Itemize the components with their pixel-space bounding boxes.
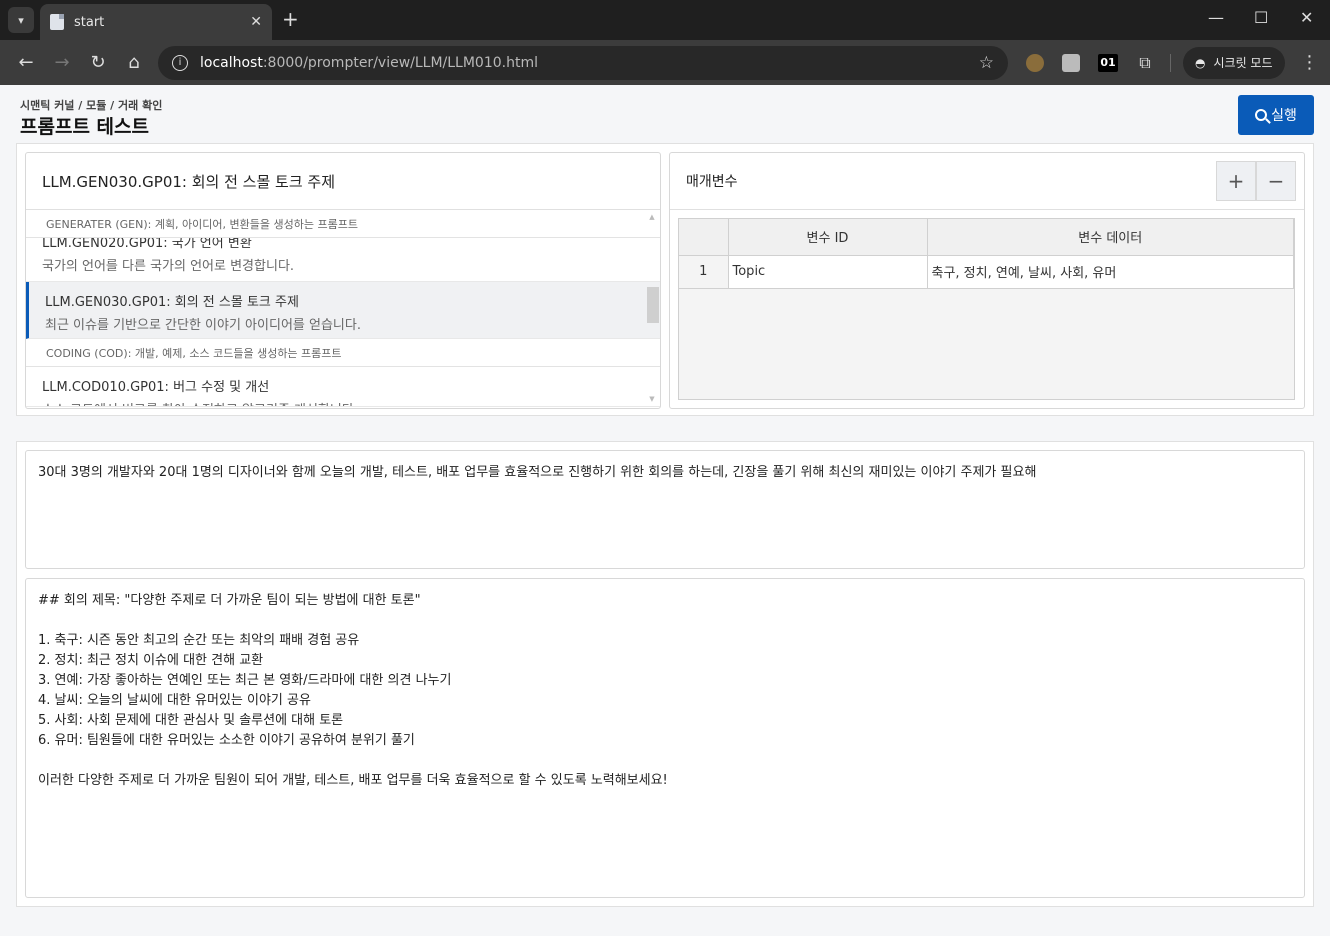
tab-title: start xyxy=(74,14,105,30)
parameters-grid: 변수 ID 변수 데이터 1 Topic 축구, 정치, 연예, 날씨, 사회,… xyxy=(678,218,1295,400)
parameters-panel: 매개변수 + − 변수 ID 변수 데이터 1 Topic 축구, 정치, 연예… xyxy=(669,152,1305,409)
list-item-desc: 소스 코드에서 버그를 찾아 수정하고 알고리즘 개선합니다. xyxy=(42,399,644,406)
cell-var-id[interactable]: Topic xyxy=(728,255,928,289)
list-item-desc: 최근 이슈를 기반으로 간단한 이야기 아이디어를 얻습니다. xyxy=(45,318,361,333)
tab-close-icon[interactable]: ✕ xyxy=(250,14,262,30)
prompt-list-panel: LLM.GEN030.GP01: 회의 전 스몰 토크 주제 GENERATER… xyxy=(25,152,661,409)
browser-toolbar: ← → ↻ ⌂ i localhost:8000/prompter/view/L… xyxy=(0,40,1330,85)
col-header-num xyxy=(679,219,729,256)
run-button[interactable]: 실행 xyxy=(1238,95,1314,135)
scroll-down-icon[interactable]: ▼ xyxy=(646,395,658,403)
reload-icon[interactable]: ↻ xyxy=(80,52,116,73)
extensions-puzzle-icon[interactable]: ⧉ xyxy=(1136,53,1154,72)
prompt-list[interactable]: GENERATER (GEN): 계획, 아이디어, 변환들을 생성하는 프롬프… xyxy=(26,210,660,408)
row-number: 1 xyxy=(679,255,729,289)
col-header-id[interactable]: 변수 ID xyxy=(728,219,928,256)
list-item[interactable]: LLM.GEN020.GP01: 국가 언어 변환 국가의 언어를 다른 국가의… xyxy=(26,238,660,282)
top-section: LLM.GEN030.GP01: 회의 전 스몰 토크 주제 GENERATER… xyxy=(16,143,1314,416)
scroll-up-icon[interactable]: ▲ xyxy=(646,213,658,221)
browser-tabbar: ▾ start ✕ + — ☐ ✕ xyxy=(0,0,1330,40)
list-scrollbar[interactable]: ▲ ▼ xyxy=(646,213,659,403)
table-row[interactable]: 1 Topic 축구, 정치, 연예, 날씨, 사회, 유머 xyxy=(679,255,1294,289)
extension-owl-icon[interactable] xyxy=(1026,53,1044,72)
incognito-icon: ◓ xyxy=(1195,55,1206,70)
tab-search-button[interactable]: ▾ xyxy=(8,7,34,33)
list-item-title: LLM.GEN020.GP01: 국가 언어 변환 xyxy=(42,238,252,251)
list-item-selected[interactable]: LLM.GEN030.GP01: 회의 전 스몰 토크 주제 최근 이슈를 기반… xyxy=(26,282,660,339)
maximize-icon[interactable]: ☐ xyxy=(1254,8,1268,27)
page-favicon-icon xyxy=(50,14,64,30)
back-icon[interactable]: ← xyxy=(8,52,44,73)
group-header-cod: CODING (COD): 개발, 예제, 소스 코드들을 생성하는 프롬프트 xyxy=(26,339,660,367)
list-item-desc: 국가의 언어를 다른 국가의 언어로 변경합니다. xyxy=(42,259,295,274)
new-tab-icon[interactable]: + xyxy=(282,8,299,30)
minimize-icon[interactable]: — xyxy=(1208,8,1224,27)
add-param-button[interactable]: + xyxy=(1216,161,1256,201)
selected-prompt-title: LLM.GEN030.GP01: 회의 전 스몰 토크 주제 xyxy=(26,153,660,210)
list-item-title: LLM.GEN030.GP01: 회의 전 스몰 토크 주제 xyxy=(45,295,299,310)
page-content: 시맨틱 커널 / 모듈 / 거래 확인 프롬프트 테스트 실행 LLM.GEN0… xyxy=(0,85,1330,936)
site-info-icon[interactable]: i xyxy=(172,54,188,71)
toolbar-divider xyxy=(1170,53,1171,72)
window-close-icon[interactable]: ✕ xyxy=(1300,8,1313,27)
list-item[interactable]: LLM.COD010.GP01: 버그 수정 및 개선 소스 코드에서 버그를 … xyxy=(26,367,660,407)
parameters-header: 매개변수 + − xyxy=(670,153,1304,210)
prompt-input-textarea[interactable]: 30대 3명의 개발자와 20대 1명의 디자이너와 함께 오늘의 개발, 테스… xyxy=(25,450,1305,569)
group-header-gen: GENERATER (GEN): 계획, 아이디어, 변환들을 생성하는 프롬프… xyxy=(26,210,660,238)
result-output-textarea[interactable]: ## 회의 제목: "다양한 주제로 더 가까운 팀이 되는 방법에 대한 토론… xyxy=(25,578,1305,898)
forward-icon[interactable]: → xyxy=(44,52,80,73)
browser-tab[interactable]: start ✕ xyxy=(40,4,272,40)
list-item-title: LLM.COD010.GP01: 버그 수정 및 개선 xyxy=(42,380,270,395)
parameters-title: 매개변수 xyxy=(686,174,738,190)
browser-menu-icon[interactable]: ⋮ xyxy=(1301,52,1319,73)
incognito-label: 시크릿 모드 xyxy=(1213,56,1273,70)
url-text[interactable]: localhost:8000/prompter/view/LLM/LLM010.… xyxy=(200,55,979,71)
scroll-thumb[interactable] xyxy=(647,287,659,323)
breadcrumb: 시맨틱 커널 / 모듈 / 거래 확인 xyxy=(20,99,163,112)
chevron-down-icon: ▾ xyxy=(18,13,24,27)
extension-01-icon[interactable]: 01 xyxy=(1098,53,1118,72)
incognito-badge[interactable]: ◓ 시크릿 모드 xyxy=(1183,46,1285,79)
address-bar[interactable]: i localhost:8000/prompter/view/LLM/LLM01… xyxy=(158,45,1008,80)
extension-hand-icon[interactable] xyxy=(1062,53,1080,72)
cell-var-data[interactable]: 축구, 정치, 연예, 날씨, 사회, 유머 xyxy=(927,255,1294,289)
page-title: 프롬프트 테스트 xyxy=(20,116,149,138)
bottom-section: 30대 3명의 개발자와 20대 1명의 디자이너와 함께 오늘의 개발, 테스… xyxy=(16,441,1314,907)
col-header-data[interactable]: 변수 데이터 xyxy=(927,219,1294,256)
remove-param-button[interactable]: − xyxy=(1256,161,1296,201)
search-icon xyxy=(1255,109,1268,121)
bookmark-star-icon[interactable]: ☆ xyxy=(979,53,994,73)
home-icon[interactable]: ⌂ xyxy=(116,52,152,73)
run-label: 실행 xyxy=(1271,107,1297,123)
